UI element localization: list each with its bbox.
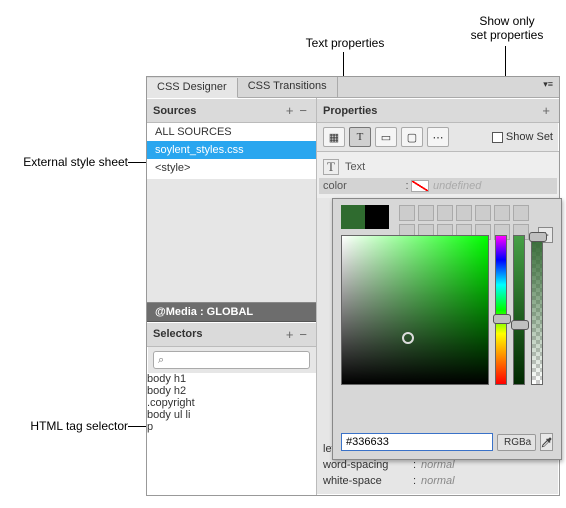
hex-input[interactable]	[341, 433, 493, 451]
annotation-line	[128, 426, 148, 427]
properties-title: Properties	[323, 105, 377, 117]
prop-color-swatch[interactable]	[411, 180, 429, 192]
prop-color-label: color	[323, 180, 403, 192]
saturation-slider[interactable]	[513, 235, 525, 385]
sources-item-style[interactable]: <style>	[147, 159, 316, 177]
show-set-toggle[interactable]: Show Set	[492, 131, 553, 143]
selector-item-body-ul-li[interactable]: body ul li	[147, 409, 316, 421]
color-picker-popup: + RGBa Hex HSLa	[332, 198, 562, 460]
text-category-label: Text	[345, 161, 365, 173]
properties-toolbar: ▦ T ▭ ▢ ⋯ Show Set	[317, 123, 559, 152]
selectors-remove-button[interactable]: −	[296, 327, 310, 342]
properties-add-button[interactable]: +	[539, 103, 553, 118]
sources-header: Sources +−	[147, 98, 316, 123]
text-category-icon: T	[323, 159, 339, 175]
prop-word-label: word-spacing	[323, 459, 413, 471]
properties-header: Properties +	[317, 98, 559, 123]
swatch[interactable]	[475, 205, 491, 221]
color-field[interactable]	[341, 235, 489, 385]
prop-word-value[interactable]: normal	[421, 459, 553, 471]
tab-css-designer[interactable]: CSS Designer	[147, 78, 238, 98]
current-color-a	[341, 205, 365, 229]
sources-add-button[interactable]: +	[283, 103, 297, 118]
left-column: Sources +− ALL SOURCES soylent_styles.cs…	[147, 98, 317, 495]
selector-item-p[interactable]: p	[147, 421, 316, 433]
swatch[interactable]	[456, 205, 472, 221]
annotation-line	[128, 162, 148, 163]
properties-body: T Text color : undefined	[317, 152, 559, 198]
swatch-row	[399, 205, 532, 231]
annotation-external-ss: External style sheet	[0, 155, 128, 169]
selector-item-body-h2[interactable]: body h2	[147, 385, 316, 397]
prop-white-label: white-space	[323, 475, 413, 487]
selectors-list: body h1 body h2 .copyright body ul li p	[147, 373, 316, 496]
text-category-button[interactable]: T	[349, 127, 371, 147]
hue-handle[interactable]	[493, 314, 511, 324]
selectors-header: Selectors +−	[147, 322, 316, 347]
border-category-button[interactable]: ▭	[375, 127, 397, 147]
color-field-cursor	[402, 332, 414, 344]
selectors-filter	[153, 351, 310, 369]
show-set-checkbox[interactable]	[492, 132, 503, 143]
panel-flyout-menu[interactable]: ▾≡	[537, 77, 559, 97]
eyedropper-icon	[541, 437, 552, 448]
alpha-handle[interactable]	[529, 232, 547, 242]
current-color-b	[365, 205, 389, 229]
color-format-toggle: RGBa Hex HSLa	[497, 434, 536, 451]
media-header[interactable]: @Media : GLOBAL	[147, 302, 316, 322]
swatch[interactable]	[418, 205, 434, 221]
background-category-button[interactable]: ▢	[401, 127, 423, 147]
sources-title: Sources	[153, 105, 196, 117]
eyedropper-button[interactable]	[540, 433, 553, 451]
selector-item-body-h1[interactable]: body h1	[147, 373, 316, 385]
annotation-text-properties: Text properties	[300, 36, 390, 50]
layout-category-button[interactable]: ▦	[323, 127, 345, 147]
selectors-filter-input[interactable]	[153, 351, 310, 369]
alpha-slider[interactable]	[531, 235, 543, 385]
hue-slider[interactable]	[495, 235, 507, 385]
saturation-handle[interactable]	[511, 320, 529, 330]
swatch[interactable]	[437, 205, 453, 221]
sources-item-soylent[interactable]: soylent_styles.css	[147, 141, 316, 159]
tab-bar: CSS Designer CSS Transitions ▾≡	[147, 77, 559, 98]
annotation-html-tag: HTML tag selector	[0, 419, 128, 433]
sources-list: ALL SOURCES soylent_styles.css <style>	[147, 123, 316, 179]
selector-item-copyright[interactable]: .copyright	[147, 397, 316, 409]
tab-css-transitions[interactable]: CSS Transitions	[238, 77, 338, 97]
swatch[interactable]	[399, 205, 415, 221]
sources-remove-button[interactable]: −	[296, 103, 310, 118]
prop-white-value[interactable]: normal	[421, 475, 553, 487]
show-set-label: Show Set	[506, 131, 553, 143]
annotation-show-set: Show only set properties	[462, 14, 552, 42]
swatch[interactable]	[513, 205, 529, 221]
current-color-preview	[341, 205, 389, 231]
sources-item-all[interactable]: ALL SOURCES	[147, 123, 316, 141]
more-category-button[interactable]: ⋯	[427, 127, 449, 147]
format-rgba-button[interactable]: RGBa	[498, 435, 536, 450]
swatch[interactable]	[494, 205, 510, 221]
selectors-title: Selectors	[153, 328, 203, 340]
prop-color-value[interactable]: undefined	[433, 180, 553, 192]
selectors-add-button[interactable]: +	[283, 327, 297, 342]
